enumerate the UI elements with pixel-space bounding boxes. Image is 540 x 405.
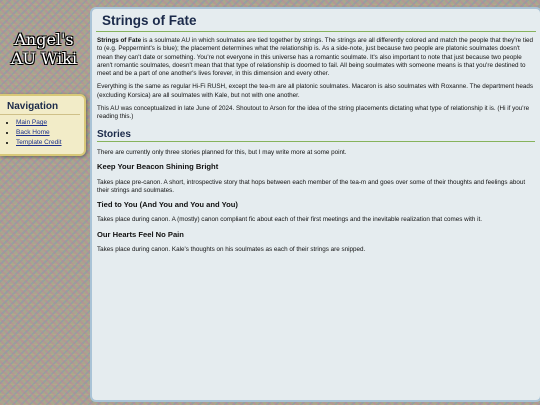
intro-text: is a soulmate AU in which soulmates are … <box>97 37 534 78</box>
navigation-heading: Navigation <box>0 96 80 115</box>
navigation-panel: Navigation Main Page Back Home Template … <box>0 94 86 156</box>
main-content-panel: Strings of Fate Strings of Fate is a sou… <box>90 7 540 402</box>
nav-item-main-page: Main Page <box>16 119 84 126</box>
nav-item-template-credit: Template Credit <box>16 139 84 146</box>
navigation-list: Main Page Back Home Template Credit <box>0 119 84 146</box>
stories-heading: Stories <box>97 129 535 142</box>
story-description: Takes place pre-canon. A short, introspe… <box>97 178 526 194</box>
logo-line-2: AU Wiki <box>10 49 78 68</box>
main-page-link[interactable]: Main Page <box>16 119 47 126</box>
stories-intro: There are currently only three stories p… <box>97 148 347 156</box>
intro-bold-term: Strings of Fate <box>97 37 142 44</box>
story-title: Our Hearts Feel No Pain <box>97 229 184 239</box>
intro-paragraph: Strings of Fate is a soulmate AU in whic… <box>97 37 535 78</box>
story-title: Tied to You (And You and You and You) <box>97 200 238 210</box>
article-body: Strings of Fate is a soulmate AU in whic… <box>92 32 540 254</box>
page-title: Strings of Fate <box>96 9 536 32</box>
nav-item-back-home: Back Home <box>16 129 84 136</box>
story-description: Takes place during canon. Kale's thought… <box>97 246 366 254</box>
story-title: Keep Your Beacon Shining Bright <box>97 162 219 172</box>
site-logo[interactable]: Angel's AU Wiki <box>4 30 84 68</box>
credit-paragraph: This AU was conceptualized in late June … <box>97 105 530 121</box>
back-home-link[interactable]: Back Home <box>16 129 50 136</box>
description-paragraph: Everything is the same as regular Hi-Fi … <box>97 83 533 99</box>
story-description: Takes place during canon. A (mostly) can… <box>97 216 483 224</box>
template-credit-link[interactable]: Template Credit <box>16 139 62 146</box>
logo-line-1: Angel's <box>14 30 74 49</box>
